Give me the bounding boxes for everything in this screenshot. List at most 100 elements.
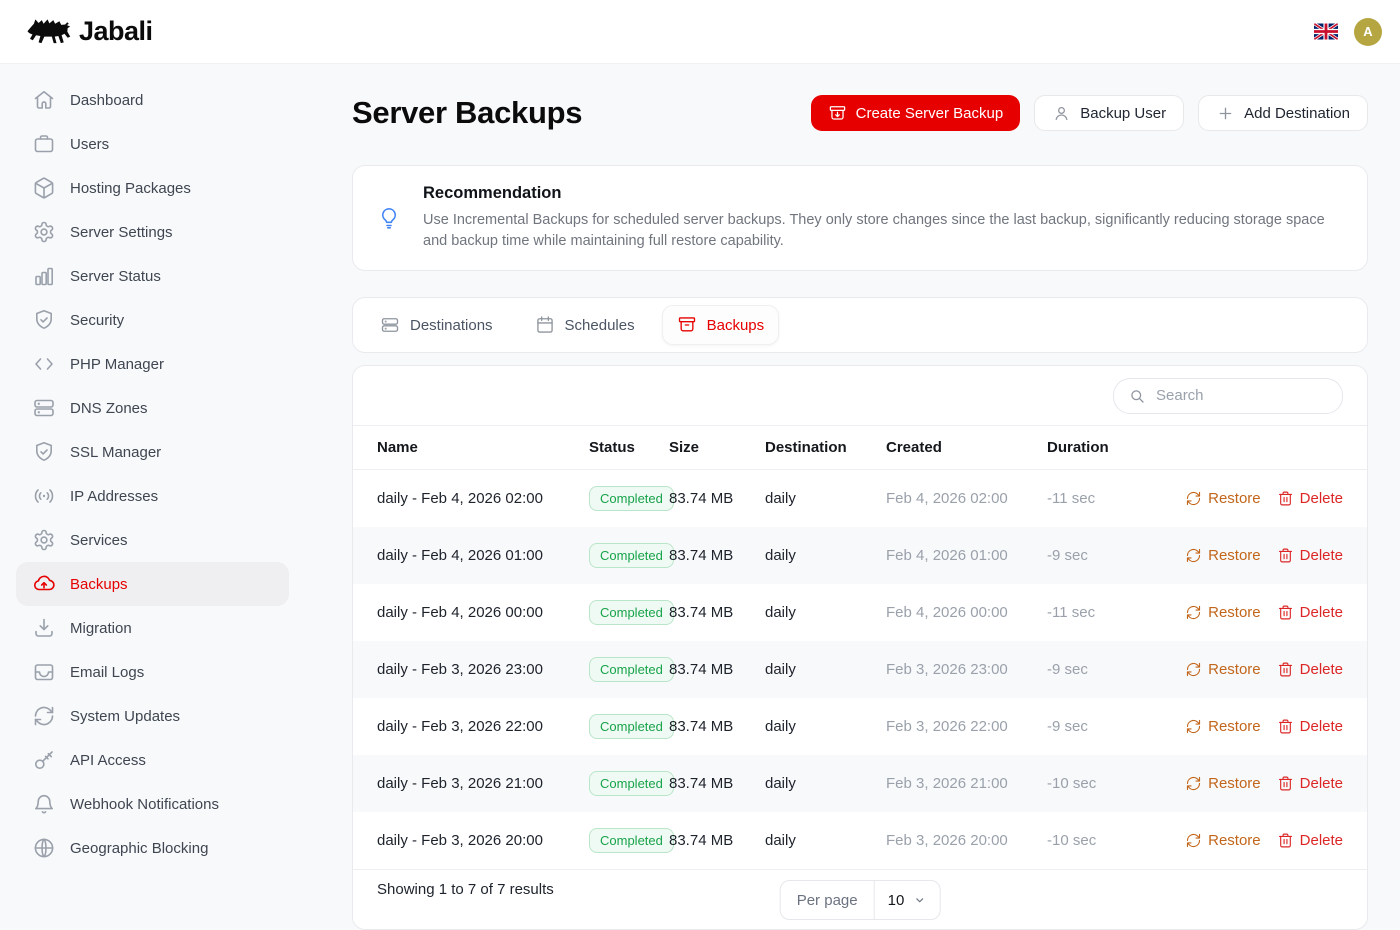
table-row: daily - Feb 4, 2026 00:00 Completed 83.7… xyxy=(353,584,1367,641)
per-page-value: 10 xyxy=(888,892,905,909)
backup-duration: -11 sec xyxy=(1047,490,1145,507)
table-row: daily - Feb 3, 2026 21:00 Completed 83.7… xyxy=(353,755,1367,812)
search-input[interactable] xyxy=(1156,387,1328,404)
restore-button[interactable]: Restore xyxy=(1185,832,1261,849)
column-header-name: Name xyxy=(377,439,589,456)
backup-name: daily - Feb 4, 2026 02:00 xyxy=(377,490,589,507)
delete-button[interactable]: Delete xyxy=(1277,718,1343,735)
status-badge: Completed xyxy=(589,600,674,625)
user-icon xyxy=(1052,104,1071,123)
backup-destination: daily xyxy=(765,547,886,564)
backup-destination: daily xyxy=(765,490,886,507)
delete-button[interactable]: Delete xyxy=(1277,832,1343,849)
backup-created: Feb 4, 2026 02:00 xyxy=(886,490,1047,507)
delete-button[interactable]: Delete xyxy=(1277,775,1343,792)
trash-icon xyxy=(1277,547,1294,564)
sidebar-item-webhook-notifications[interactable]: Webhook Notifications xyxy=(16,782,289,826)
refresh-icon xyxy=(1185,547,1202,564)
main-content: Server Backups Create Server Backup Back… xyxy=(305,64,1400,930)
recommendation-title: Recommendation xyxy=(423,184,1328,203)
sidebar-item-ip-addresses[interactable]: IP Addresses xyxy=(16,474,289,518)
sidebar-item-migration[interactable]: Migration xyxy=(16,606,289,650)
briefcase-icon xyxy=(32,132,56,156)
code-icon xyxy=(32,352,56,376)
tab-schedules[interactable]: Schedules xyxy=(520,305,650,345)
sidebar-item-server-status[interactable]: Server Status xyxy=(16,254,289,298)
tab-destinations[interactable]: Destinations xyxy=(365,305,508,345)
backup-destination: daily xyxy=(765,604,886,621)
per-page-select[interactable]: Per page 10 xyxy=(780,880,941,920)
backup-name: daily - Feb 3, 2026 23:00 xyxy=(377,661,589,678)
backup-duration: -9 sec xyxy=(1047,547,1145,564)
trash-icon xyxy=(1277,490,1294,507)
brand-logo[interactable]: Jabali xyxy=(26,16,153,48)
backup-created: Feb 3, 2026 21:00 xyxy=(886,775,1047,792)
gear-icon xyxy=(32,220,56,244)
status-badge: Completed xyxy=(589,714,674,739)
restore-button[interactable]: Restore xyxy=(1185,775,1261,792)
delete-button[interactable]: Delete xyxy=(1277,661,1343,678)
restore-button[interactable]: Restore xyxy=(1185,604,1261,621)
backup-duration: -10 sec xyxy=(1047,775,1145,792)
bar-chart-icon xyxy=(32,264,56,288)
download-icon xyxy=(32,616,56,640)
sidebar-item-dns-zones[interactable]: DNS Zones xyxy=(16,386,289,430)
table-body: daily - Feb 4, 2026 02:00 Completed 83.7… xyxy=(353,470,1367,869)
backup-size: 83.74 MB xyxy=(669,661,765,678)
trash-icon xyxy=(1277,604,1294,621)
trash-icon xyxy=(1277,718,1294,735)
sidebar-item-email-logs[interactable]: Email Logs xyxy=(16,650,289,694)
restore-button[interactable]: Restore xyxy=(1185,490,1261,507)
tabs-bar: Destinations Schedules Backups xyxy=(352,297,1368,353)
sidebar-item-system-updates[interactable]: System Updates xyxy=(16,694,289,738)
sidebar-item-ssl-manager[interactable]: SSL Manager xyxy=(16,430,289,474)
cloud-upload-icon xyxy=(32,572,56,596)
sidebar-item-users[interactable]: Users xyxy=(16,122,289,166)
delete-button[interactable]: Delete xyxy=(1277,547,1343,564)
tab-backups[interactable]: Backups xyxy=(662,305,780,345)
sidebar-item-backups[interactable]: Backups xyxy=(16,562,289,606)
backup-name: daily - Feb 3, 2026 22:00 xyxy=(377,718,589,735)
search-box[interactable] xyxy=(1113,378,1343,414)
delete-button[interactable]: Delete xyxy=(1277,604,1343,621)
restore-button[interactable]: Restore xyxy=(1185,718,1261,735)
sidebar-item-php-manager[interactable]: PHP Manager xyxy=(16,342,289,386)
sidebar-item-security[interactable]: Security xyxy=(16,298,289,342)
status-badge: Completed xyxy=(589,657,674,682)
chevron-down-icon xyxy=(912,893,926,907)
delete-button[interactable]: Delete xyxy=(1277,490,1343,507)
sidebar-item-dashboard[interactable]: Dashboard xyxy=(16,78,289,122)
backup-destination: daily xyxy=(765,775,886,792)
status-badge: Completed xyxy=(589,828,674,853)
archive-download-icon xyxy=(828,104,847,123)
sidebar: Dashboard Users Hosting Packages Server … xyxy=(0,64,305,900)
user-avatar[interactable]: A xyxy=(1354,18,1382,46)
table-header: Name Status Size Destination Created Dur… xyxy=(353,425,1367,470)
uk-flag-icon[interactable] xyxy=(1314,23,1338,40)
restore-button[interactable]: Restore xyxy=(1185,661,1261,678)
create-server-backup-button[interactable]: Create Server Backup xyxy=(811,95,1021,131)
status-badge: Completed xyxy=(589,543,674,568)
per-page-label: Per page xyxy=(781,881,875,919)
plus-icon xyxy=(1216,104,1235,123)
sidebar-item-server-settings[interactable]: Server Settings xyxy=(16,210,289,254)
refresh-icon xyxy=(1185,775,1202,792)
sidebar-item-geographic-blocking[interactable]: Geographic Blocking xyxy=(16,826,289,870)
sidebar-item-hosting-packages[interactable]: Hosting Packages xyxy=(16,166,289,210)
column-header-destination: Destination xyxy=(765,439,886,456)
sidebar-item-api-access[interactable]: API Access xyxy=(16,738,289,782)
server-stack-icon xyxy=(32,396,56,420)
trash-icon xyxy=(1277,775,1294,792)
add-destination-button[interactable]: Add Destination xyxy=(1198,95,1368,131)
restore-button[interactable]: Restore xyxy=(1185,547,1261,564)
archive-box-icon xyxy=(677,315,697,335)
backup-user-button[interactable]: Backup User xyxy=(1034,95,1184,131)
results-summary: Showing 1 to 7 of 7 results xyxy=(377,881,554,898)
backup-name: daily - Feb 4, 2026 01:00 xyxy=(377,547,589,564)
column-header-duration: Duration xyxy=(1047,439,1145,456)
backup-size: 83.74 MB xyxy=(669,604,765,621)
backup-duration: -10 sec xyxy=(1047,832,1145,849)
backup-duration: -9 sec xyxy=(1047,661,1145,678)
jabali-boar-icon xyxy=(26,16,72,48)
sidebar-item-services[interactable]: Services xyxy=(16,518,289,562)
